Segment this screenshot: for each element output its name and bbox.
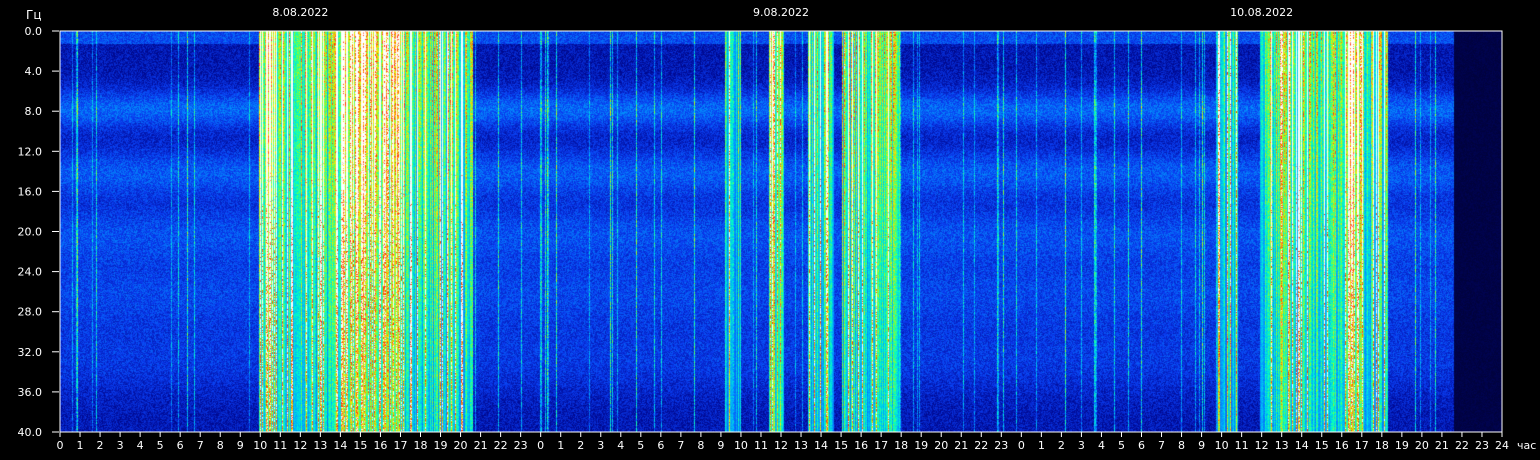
x-tick-label: 7: [677, 439, 684, 452]
x-tick-label: 16: [1335, 439, 1349, 452]
x-tick-label: 24: [1495, 439, 1509, 452]
x-tick-label: 13: [1275, 439, 1289, 452]
x-tick-label: 14: [333, 439, 347, 452]
x-tick-label: 2: [1058, 439, 1065, 452]
y-tick-label: 16.0: [18, 185, 43, 198]
y-tick-label: 0.0: [25, 25, 43, 38]
spectrogram-chart: 0.0 4.0 8.0 12.0 16.0 20.0 24.0 28.0 32.0 36.0 40.…: [0, 0, 1540, 460]
x-tick-label: 9: [237, 439, 244, 452]
x-tick-label: 9: [717, 439, 724, 452]
x-tick-label: 23: [514, 439, 528, 452]
x-tick-label: 22: [974, 439, 988, 452]
x-tick-label: 11: [1235, 439, 1249, 452]
x-tick-label: 6: [657, 439, 664, 452]
date-label: 8.08.2022: [272, 6, 328, 19]
x-tick-label: 15: [353, 439, 367, 452]
x-tick-label: 16: [854, 439, 868, 452]
x-tick-label: 18: [1375, 439, 1389, 452]
x-tick-label: 22: [494, 439, 508, 452]
x-tick-label: 21: [1435, 439, 1449, 452]
x-tick-label: 14: [814, 439, 828, 452]
x-tick-label: 1: [1038, 439, 1045, 452]
x-axis-unit-label: час: [1517, 439, 1536, 452]
x-tick-label: 11: [273, 439, 287, 452]
x-tick-label: 3: [117, 439, 124, 452]
x-tick-label: 4: [1098, 439, 1105, 452]
x-tick-label: 6: [1138, 439, 1145, 452]
date-label: 9.08.2022: [753, 6, 809, 19]
x-tick-label: 12: [1255, 439, 1269, 452]
x-tick-label: 5: [1118, 439, 1125, 452]
x-tick-label: 0: [537, 439, 544, 452]
plot-area: [60, 31, 1502, 432]
x-tick-label: 17: [1355, 439, 1369, 452]
x-tick-label: 4: [137, 439, 144, 452]
date-label: 10.08.2022: [1230, 6, 1293, 19]
x-tick-label: 19: [914, 439, 928, 452]
x-tick-label: 19: [1395, 439, 1409, 452]
spectrogram-image: [60, 31, 1502, 432]
x-tick-label: 17: [393, 439, 407, 452]
x-tick-label: 0: [57, 439, 64, 452]
x-tick-label: 20: [454, 439, 468, 452]
y-axis-unit-label: Гц: [26, 8, 42, 22]
x-tick-label: 13: [794, 439, 808, 452]
x-tick-label: 23: [994, 439, 1008, 452]
x-tick-label: 2: [97, 439, 104, 452]
y-tick-label: 24.0: [18, 266, 43, 279]
x-tick-label: 7: [197, 439, 204, 452]
x-tick-label: 12: [774, 439, 788, 452]
x-tick-label: 20: [1415, 439, 1429, 452]
x-tick-label: 13: [313, 439, 327, 452]
x-tick-label: 7: [1158, 439, 1165, 452]
x-tick-label: 16: [373, 439, 387, 452]
x-tick-label: 15: [1315, 439, 1329, 452]
x-tick-label: 10: [734, 439, 748, 452]
x-tick-label: 1: [77, 439, 84, 452]
x-tick-label: 22: [1455, 439, 1469, 452]
x-tick-label: 10: [1215, 439, 1229, 452]
x-tick-label: 8: [1178, 439, 1185, 452]
y-tick-label: 20.0: [18, 226, 43, 239]
x-tick-label: 4: [617, 439, 624, 452]
x-tick-label: 8: [697, 439, 704, 452]
x-tick-label: 3: [1078, 439, 1085, 452]
x-tick-label: 18: [414, 439, 428, 452]
x-tick-label: 21: [954, 439, 968, 452]
x-tick-label: 18: [894, 439, 908, 452]
y-tick-label: 32.0: [18, 346, 43, 359]
x-tick-label: 10: [253, 439, 267, 452]
x-tick-label: 20: [934, 439, 948, 452]
x-tick-label: 14: [1295, 439, 1309, 452]
y-tick-label: 4.0: [25, 65, 43, 78]
y-tick-label: 40.0: [18, 426, 43, 439]
x-tick-label: 5: [637, 439, 644, 452]
x-tick-label: 23: [1475, 439, 1489, 452]
x-tick-label: 9: [1198, 439, 1205, 452]
y-tick-label: 12.0: [18, 145, 43, 158]
x-tick-label: 17: [874, 439, 888, 452]
x-tick-label: 2: [577, 439, 584, 452]
x-tick-label: 21: [474, 439, 488, 452]
x-tick-label: 1: [557, 439, 564, 452]
x-tick-label: 15: [834, 439, 848, 452]
x-tick-label: 19: [434, 439, 448, 452]
y-tick-label: 28.0: [18, 306, 43, 319]
x-tick-label: 11: [754, 439, 768, 452]
y-tick-label: 8.0: [25, 105, 43, 118]
x-tick-label: 8: [217, 439, 224, 452]
x-tick-label: 0: [1018, 439, 1025, 452]
x-tick-label: 12: [293, 439, 307, 452]
y-tick-label: 36.0: [18, 386, 43, 399]
x-tick-label: 5: [157, 439, 164, 452]
x-tick-label: 6: [177, 439, 184, 452]
x-tick-label: 3: [597, 439, 604, 452]
